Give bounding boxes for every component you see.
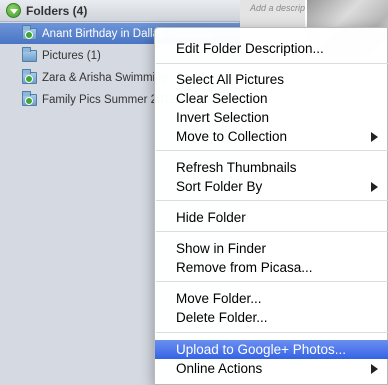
menu-separator	[156, 200, 388, 201]
menu-item-remove-from-picasa[interactable]: Remove from Picasa...	[155, 258, 388, 277]
folder-context-menu: Edit Folder Description... Select All Pi…	[154, 27, 388, 385]
collapse-triangle-icon[interactable]	[6, 3, 21, 18]
submenu-arrow-icon	[371, 132, 378, 142]
menu-item-label: Sort Folder By	[176, 179, 263, 194]
upload-folder-icon	[22, 68, 37, 84]
menu-item-sort-folder-by[interactable]: Sort Folder By	[155, 177, 388, 196]
menu-separator	[156, 150, 388, 151]
menu-item-upload-to-google-photos[interactable]: Upload to Google+ Photos...	[155, 340, 388, 359]
folder-label: Pictures (1)	[42, 49, 101, 62]
upload-folder-icon	[22, 90, 37, 106]
upload-folder-icon	[22, 24, 37, 40]
menu-item-show-in-finder[interactable]: Show in Finder	[155, 239, 388, 258]
menu-separator	[156, 63, 388, 64]
folder-icon	[22, 46, 37, 62]
menu-separator	[156, 231, 388, 232]
menu-item-online-actions[interactable]: Online Actions	[155, 359, 388, 378]
menu-item-edit-folder-description[interactable]: Edit Folder Description...	[155, 39, 388, 58]
menu-item-move-folder[interactable]: Move Folder...	[155, 289, 388, 308]
menu-item-label: Online Actions	[176, 361, 263, 376]
menu-item-hide-folder[interactable]: Hide Folder	[155, 208, 388, 227]
folders-header[interactable]: Folders (4)	[0, 0, 240, 22]
menu-item-invert-selection[interactable]: Invert Selection	[155, 108, 388, 127]
menu-item-delete-folder[interactable]: Delete Folder...	[155, 308, 388, 327]
menu-separator	[156, 332, 388, 333]
menu-separator	[156, 281, 388, 282]
folders-title: Folders (4)	[26, 3, 88, 18]
menu-item-select-all-pictures[interactable]: Select All Pictures	[155, 70, 388, 89]
submenu-arrow-icon	[371, 364, 378, 374]
menu-item-refresh-thumbnails[interactable]: Refresh Thumbnails	[155, 158, 388, 177]
menu-item-move-to-collection[interactable]: Move to Collection	[155, 127, 388, 146]
menu-item-label: Move to Collection	[176, 129, 288, 144]
menu-item-clear-selection[interactable]: Clear Selection	[155, 89, 388, 108]
submenu-arrow-icon	[371, 182, 378, 192]
folder-label: Zara & Arisha Swimming	[42, 71, 168, 84]
